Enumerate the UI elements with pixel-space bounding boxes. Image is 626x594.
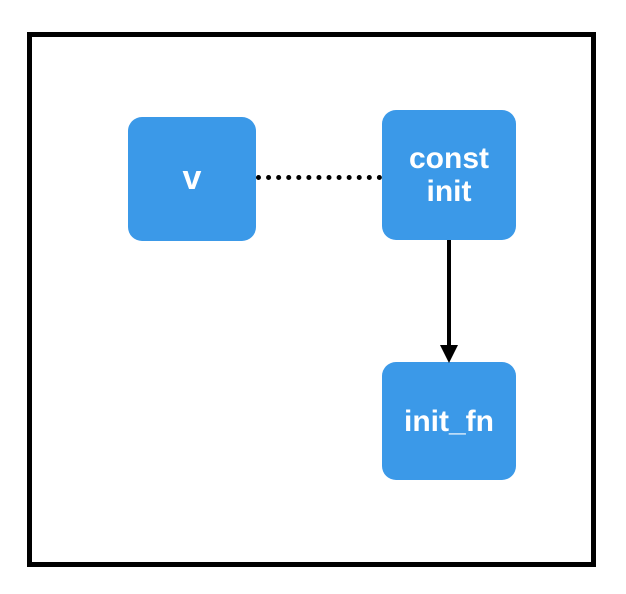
edge-v-to-constinit bbox=[256, 175, 382, 180]
diagram-canvas: v const init init_fn bbox=[0, 0, 626, 594]
node-init-fn: init_fn bbox=[382, 362, 516, 480]
node-v-label: v bbox=[183, 160, 202, 197]
edge-constinit-to-initfn-head bbox=[440, 345, 458, 363]
node-const-init: const init bbox=[382, 110, 516, 240]
edge-constinit-to-initfn-line bbox=[447, 240, 451, 347]
node-init-fn-label: init_fn bbox=[404, 405, 494, 438]
node-const-init-label: const init bbox=[409, 142, 489, 208]
node-v: v bbox=[128, 117, 256, 241]
